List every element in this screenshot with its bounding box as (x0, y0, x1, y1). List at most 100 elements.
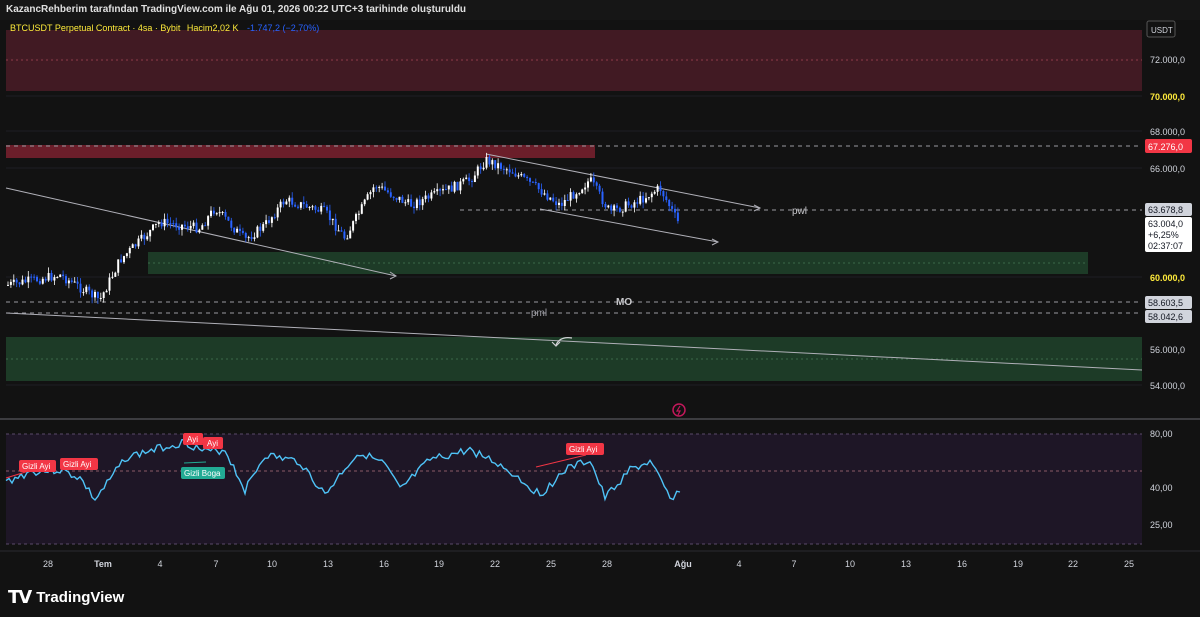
price-label-56000: 56.000,0 (1150, 345, 1185, 355)
current-price-text: 63.004,0 (1148, 219, 1183, 229)
candle-body (297, 206, 299, 208)
candle-body (398, 196, 401, 200)
candle-body (215, 213, 218, 215)
candle-body (642, 195, 645, 203)
candle-body (427, 195, 430, 199)
candle-body (529, 178, 531, 182)
candle-body (123, 256, 125, 263)
candle-body (476, 166, 479, 176)
time-label: 7 (213, 559, 218, 569)
signal-gizli-ayi-1: Gizli Ayi (19, 460, 56, 472)
candle-body (621, 211, 624, 213)
candle-body (198, 229, 201, 233)
candle-body (114, 272, 117, 277)
candle-body (268, 220, 270, 223)
candle-body (613, 205, 616, 211)
current-change-text: +6,25% (1148, 230, 1179, 240)
candle-body (514, 173, 517, 177)
candle-body (317, 209, 320, 212)
candle-body (453, 181, 456, 192)
candle-body (76, 281, 79, 284)
candle-body (517, 175, 520, 177)
candle-body (125, 253, 128, 257)
svg-text:Gizli Ayi: Gizli Ayi (63, 460, 92, 469)
candle-body (575, 194, 578, 199)
candle-body (372, 187, 375, 192)
candle-body (384, 186, 386, 191)
candle-body (65, 276, 67, 284)
rsi-label-80: 80,00 (1150, 429, 1173, 439)
candle-body (302, 202, 305, 205)
candle-body (639, 195, 642, 204)
candle-body (276, 207, 279, 218)
candle-body (163, 218, 166, 227)
candle-body (360, 204, 363, 214)
candle-body (210, 210, 212, 217)
candle-body (259, 226, 262, 231)
candle-body (53, 277, 56, 281)
candle-body (239, 228, 241, 231)
candle-body (73, 281, 76, 283)
time-label: 19 (1013, 559, 1023, 569)
tradingview-logo[interactable]: TV TradingView (8, 587, 124, 608)
candle-body (618, 207, 621, 212)
signal-gizli-ayi-2: Gizli Ayi (60, 458, 98, 470)
candle-body (15, 279, 18, 283)
candle-body (572, 192, 575, 199)
candle-body (497, 163, 500, 169)
candle-body (244, 233, 247, 238)
candle-body (395, 198, 398, 200)
candle-body (595, 182, 598, 186)
price-label-72000: 72.000,0 (1150, 55, 1185, 65)
candle-body (546, 193, 549, 200)
candle-body (175, 223, 178, 228)
candle-body (375, 187, 378, 189)
badge-pwl-text: 63.678,8 (1148, 205, 1183, 215)
label-pml: pml (531, 308, 547, 319)
chart-area[interactable]: pwl MO pml BTCUSDT Perpetual Contract · … (0, 20, 1200, 579)
rsi-label-25: 25,00 (1150, 520, 1173, 530)
candle-body (534, 182, 537, 184)
signal-gizli-ayi-3: Gizli Ayi (566, 443, 604, 455)
candle-body (282, 201, 285, 205)
candle-body (285, 201, 288, 205)
candle-body (549, 197, 552, 200)
candle-body (413, 206, 415, 209)
candle-body (128, 248, 131, 254)
candle-body (201, 225, 204, 230)
candle-body (584, 187, 587, 190)
chart-caption: KazancRehberim tarafından TradingView.co… (0, 0, 1200, 20)
candle-body (204, 225, 207, 227)
candle-body (247, 237, 250, 239)
candle-body (59, 274, 62, 277)
candle-body (91, 290, 94, 298)
time-label: 10 (267, 559, 277, 569)
candle-body (459, 181, 462, 191)
candle-body (357, 213, 360, 215)
time-label: Tem (94, 559, 112, 569)
time-label: 25 (546, 559, 556, 569)
resistance-zone-mid (6, 145, 595, 158)
candle-body (337, 230, 340, 232)
candle-body (462, 179, 465, 182)
candle-body (355, 214, 357, 222)
price-label-54000: 54.000,0 (1150, 381, 1185, 391)
signal-ayi-2: Ayi (203, 437, 223, 449)
candle-body (520, 174, 523, 176)
time-axis[interactable]: 28 Tem 4 7 10 13 16 19 22 25 28 Ağu 4 7 10 13 16 19 22 25 (43, 559, 1134, 569)
candle-body (392, 196, 395, 198)
candle-body (131, 244, 134, 248)
badge-mo-text: 58.603,5 (1148, 298, 1183, 308)
candle-body (218, 212, 221, 214)
candle-body (157, 222, 160, 224)
candle-body (82, 292, 85, 294)
candle-body (555, 201, 558, 205)
time-label: 28 (43, 559, 53, 569)
candle-body (137, 238, 140, 247)
candle-body (30, 276, 33, 278)
candle-body (178, 227, 181, 230)
candle-body (38, 281, 41, 284)
candle-body (233, 227, 236, 233)
candle-body (511, 172, 514, 174)
candle-body (674, 208, 676, 213)
